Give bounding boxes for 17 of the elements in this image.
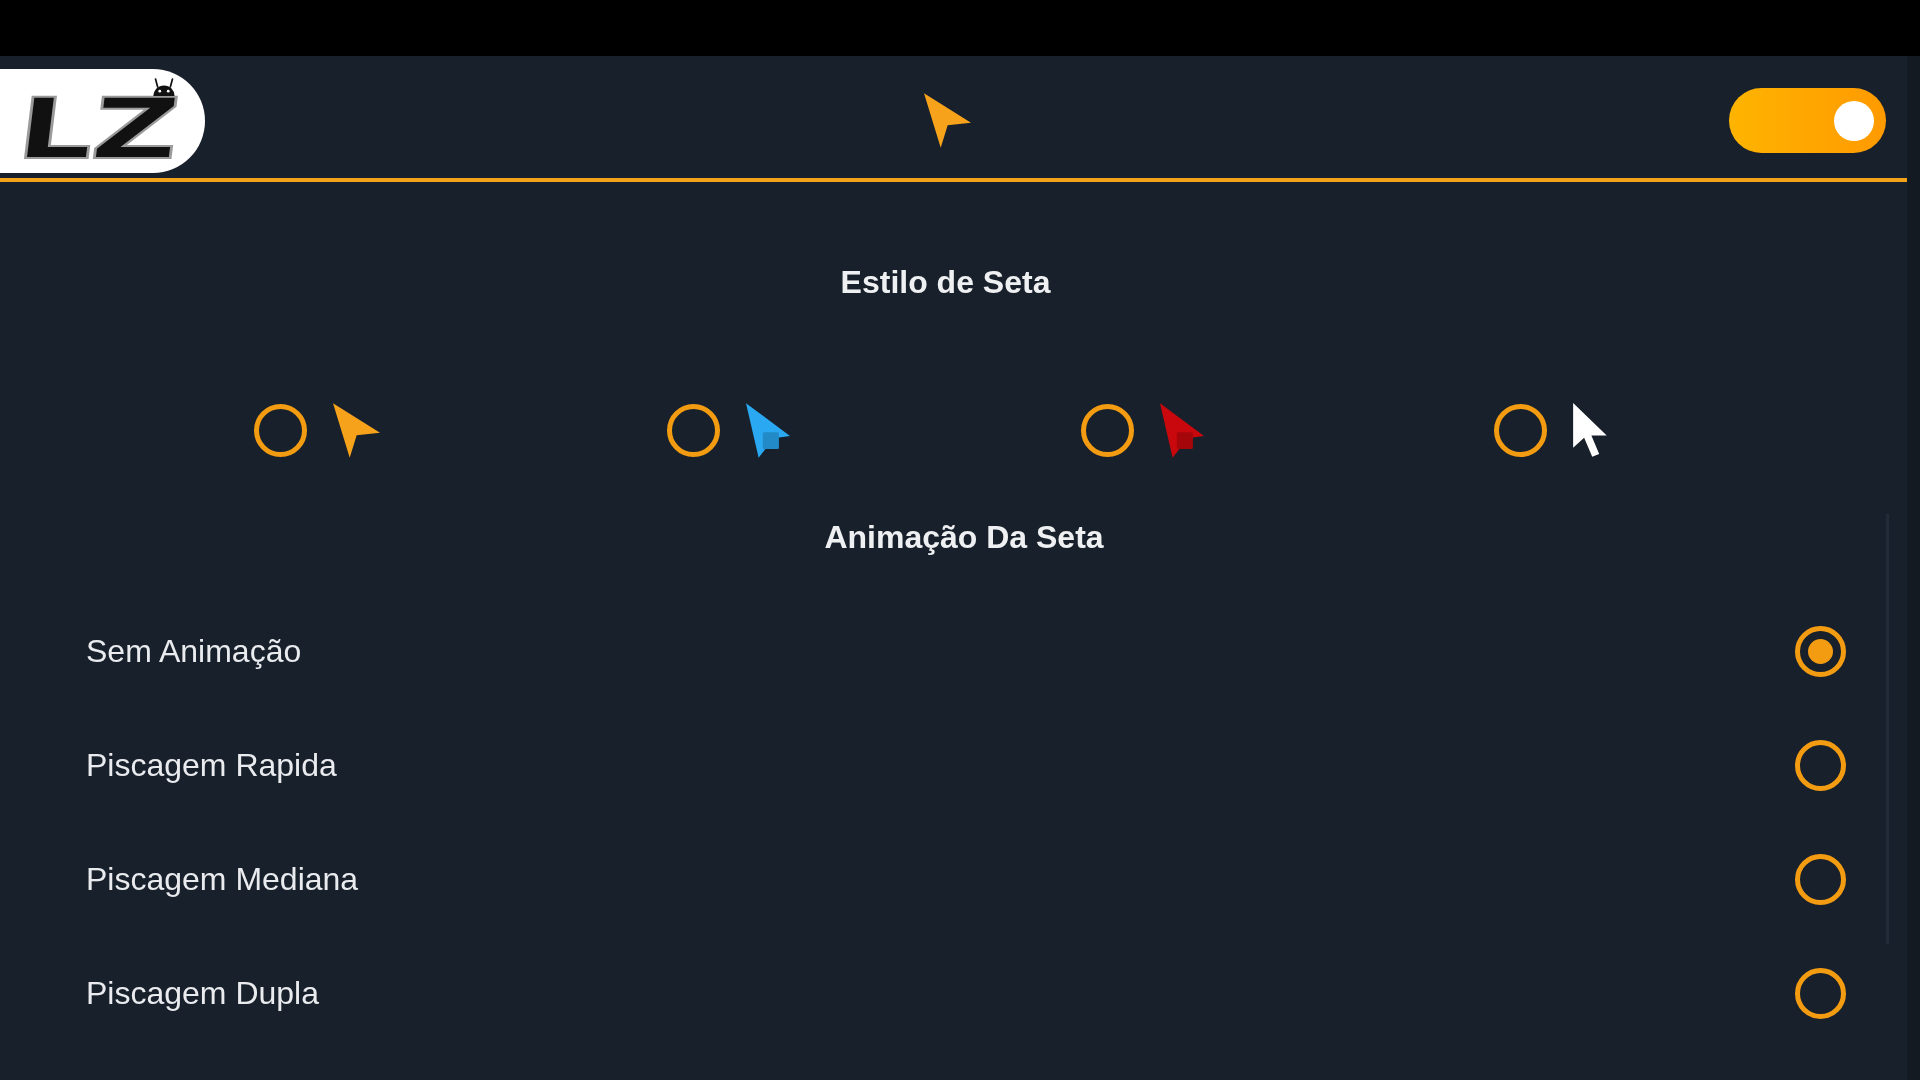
radio-button[interactable] — [254, 404, 307, 457]
radio-button[interactable] — [1795, 625, 1846, 677]
option-label: Piscagem Mediana — [86, 860, 359, 899]
radio-button[interactable] — [1493, 404, 1547, 457]
robot-head-icon — [152, 77, 176, 96]
radio-button[interactable] — [1795, 853, 1846, 905]
radio-button[interactable] — [1795, 967, 1846, 1019]
radio-button[interactable] — [667, 404, 721, 457]
option-label: Piscagem Rapida — [86, 746, 337, 785]
section-title: Animação Da Seta — [824, 518, 1104, 556]
radio-button[interactable] — [1080, 404, 1134, 457]
section-title: Estilo de Seta — [840, 263, 1051, 301]
logo-text: LZ — [13, 93, 182, 164]
radio-button[interactable] — [1795, 739, 1846, 791]
option-label: Sem Animação — [86, 632, 302, 671]
option-label: Piscagem Dupla — [86, 974, 319, 1013]
arrow-icon — [924, 93, 971, 148]
